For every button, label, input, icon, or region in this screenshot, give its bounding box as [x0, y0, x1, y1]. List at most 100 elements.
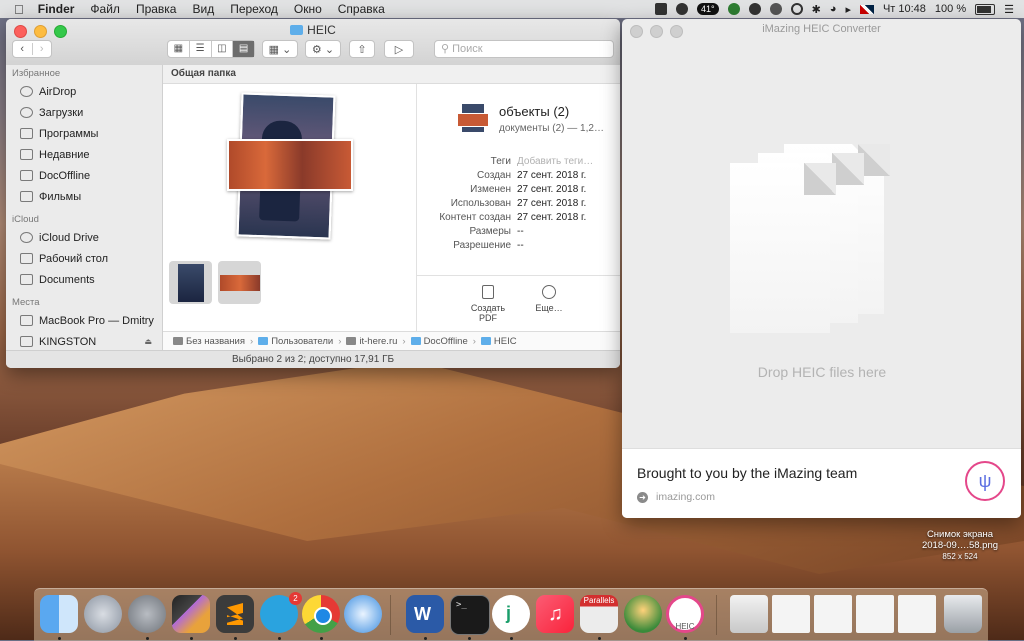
add-tags-field[interactable]: Добавить теги…	[517, 156, 593, 167]
system-preferences-gear-icon[interactable]	[128, 595, 166, 633]
display-icon[interactable]	[769, 3, 782, 15]
sidebar-item-documents[interactable]: Documents	[6, 269, 162, 290]
sidebar-item-macbook[interactable]: MacBook Pro — Dmitry	[6, 310, 162, 331]
ellipsis-icon	[542, 285, 556, 299]
column-view-icon[interactable]: ◫	[212, 41, 234, 57]
avatar-app-icon[interactable]	[624, 595, 662, 633]
compass-icon[interactable]	[748, 3, 761, 15]
preview-photo-landscape[interactable]	[227, 139, 353, 191]
bluetooth-icon[interactable]: ✱	[812, 3, 821, 16]
window-title: HEIC	[6, 23, 620, 37]
sidebar-item-downloads[interactable]: Загрузки	[6, 102, 162, 123]
wifi-icon[interactable]: ◕	[830, 3, 837, 15]
forward-button[interactable]: ›	[33, 43, 52, 55]
promo-footer: Brought to you by the iMazing team ➜ imaz…	[622, 448, 1021, 518]
sidebar-item-icloud-drive[interactable]: iCloud Drive	[6, 227, 162, 248]
safari-compass-icon[interactable]	[344, 595, 382, 633]
imazing-link[interactable]: ➜ imazing.com	[637, 491, 715, 503]
minimized-window-thumbnail[interactable]	[772, 595, 810, 633]
trash-icon[interactable]	[944, 595, 982, 633]
imazing-logo-icon[interactable]: ψ	[965, 461, 1005, 501]
telegram-icon[interactable]: 2	[260, 592, 302, 633]
sublime-text-icon[interactable]	[216, 595, 254, 633]
finder-dock-icon[interactable]	[40, 595, 78, 633]
eject-icon[interactable]: ⏏	[144, 337, 152, 346]
notification-center-icon[interactable]: ☰	[1004, 3, 1014, 16]
chrome-icon[interactable]	[302, 595, 340, 633]
desktop-file-screenshot[interactable]: Снимок экрана 2018-09….58.png 852 x 524	[900, 529, 1020, 562]
action-button[interactable]: ⚙ ⌄	[305, 40, 341, 58]
green-dot-icon[interactable]	[727, 3, 740, 15]
path-item-volume[interactable]: Без названия	[186, 336, 245, 347]
sidebar-item-airdrop[interactable]: AirDrop	[6, 81, 162, 102]
path-item-home[interactable]: it-here.ru	[359, 336, 397, 347]
path-item-heic[interactable]: HEIC	[494, 336, 517, 347]
menubar-clock[interactable]: Чт 10:48	[883, 3, 926, 15]
sidebar-header-icloud: iCloud	[12, 214, 39, 225]
menu-view[interactable]: Вид	[184, 2, 222, 16]
microsoft-word-icon[interactable]: W	[406, 595, 444, 633]
list-view-icon[interactable]: ☰	[190, 41, 212, 57]
launchpad-rocket-icon[interactable]	[84, 595, 122, 633]
menu-app-finder[interactable]: Finder	[30, 2, 83, 16]
home-icon	[346, 337, 357, 345]
gallery-view-icon[interactable]: ▤	[233, 41, 254, 57]
thumbnail-landscape[interactable]	[218, 261, 261, 304]
group-by-button[interactable]: ▦ ⌄	[262, 40, 298, 58]
document-fold	[832, 153, 864, 185]
imazing-heic-converter-icon[interactable]: HEIC	[666, 595, 704, 633]
keyboard-layout-flag-icon[interactable]	[859, 4, 874, 14]
dropbox-icon[interactable]	[654, 3, 667, 15]
sidebar-item-docoffline[interactable]: DocOffline	[6, 165, 162, 186]
path-item-docoffline[interactable]: DocOffline	[424, 336, 468, 347]
spotlight-search-icon[interactable]	[790, 3, 803, 15]
minimized-window-thumbnail[interactable]	[898, 595, 936, 633]
sidebar-item-applications[interactable]: Программы	[6, 123, 162, 144]
parallels-icon[interactable]: Parallels	[580, 595, 618, 633]
minimized-window-thumbnail[interactable]	[814, 595, 852, 633]
itunes-music-icon[interactable]: ♫	[536, 595, 574, 633]
more-actions-button[interactable]: Еще…	[524, 285, 574, 313]
laptop-icon	[20, 315, 33, 326]
menu-window[interactable]: Окно	[286, 2, 330, 16]
notification-badge: 2	[289, 592, 302, 605]
sidebar-item-kingston[interactable]: KINGSTON ⏏	[6, 331, 162, 352]
finder-content: Общая папка объекты (2) документы (2) — …	[163, 65, 620, 350]
imazing-window: iMazing HEIC Converter Drop HEIC files h…	[622, 19, 1021, 518]
recents-icon	[20, 149, 33, 160]
menu-help[interactable]: Справка	[330, 2, 393, 16]
share-button[interactable]: ⇧	[349, 40, 375, 58]
terminal-icon[interactable]: >_	[450, 595, 490, 635]
create-pdf-button[interactable]: Создать PDF	[463, 285, 513, 323]
search-input[interactable]: ⚲ Поиск	[434, 40, 614, 58]
minimized-window-thumbnail[interactable]	[856, 595, 894, 633]
document-stack-icon[interactable]	[730, 595, 768, 633]
sidebar-item-movies[interactable]: Фильмы	[6, 186, 162, 207]
tags-button[interactable]: ▷	[384, 40, 414, 58]
path-item-users[interactable]: Пользователи	[271, 336, 333, 347]
jabber-icon[interactable]: j	[492, 595, 530, 633]
airdrop-icon	[20, 86, 33, 97]
menu-file[interactable]: Файл	[82, 2, 128, 16]
drop-hint-text: Drop HEIC files here	[757, 364, 887, 380]
battery-icon[interactable]	[975, 3, 996, 15]
apple-menu-icon[interactable]: 	[0, 2, 30, 17]
back-forward-buttons: ‹ ›	[12, 40, 52, 58]
info-icon[interactable]	[675, 3, 688, 15]
sidebar-item-recents[interactable]: Недавние	[6, 144, 162, 165]
icon-view-icon[interactable]: ▦	[168, 41, 190, 57]
thumbnail-portrait[interactable]	[169, 261, 212, 304]
menu-edit[interactable]: Правка	[128, 2, 185, 16]
final-cut-pro-icon[interactable]	[172, 595, 210, 633]
disk-icon	[173, 337, 183, 345]
sidebar-item-desktop[interactable]: Рабочий стол	[6, 248, 162, 269]
battery-percentage[interactable]: 100 %	[935, 3, 966, 15]
temperature-badge[interactable]: 41°	[696, 3, 719, 15]
menu-go[interactable]: Переход	[222, 2, 286, 16]
back-button[interactable]: ‹	[13, 43, 33, 55]
document-fold	[804, 163, 836, 195]
info-panel: объекты (2) документы (2) — 1,2… Теги Доб…	[416, 84, 620, 331]
volume-icon[interactable]: ▸	[845, 3, 851, 16]
info-row-content-created: Контент создан 27 сент. 2018 г.	[439, 212, 587, 223]
drop-zone[interactable]	[622, 41, 1021, 448]
